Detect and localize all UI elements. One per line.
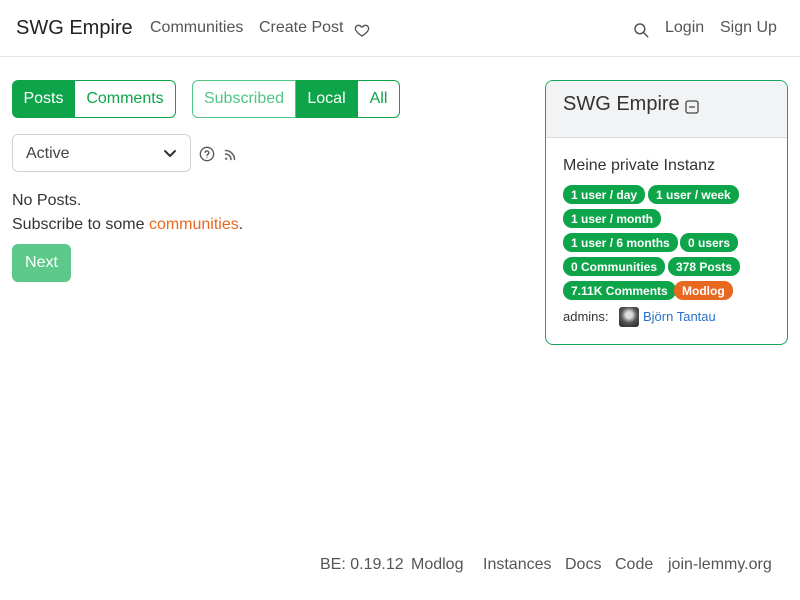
footer-instances-link[interactable]: Instances [483, 556, 551, 574]
login-link[interactable]: Login [665, 19, 704, 37]
subscribed-toggle-button[interactable]: Subscribed [192, 80, 296, 118]
stat-badge-users-day: 1 user / day [563, 185, 646, 204]
nav-communities-link[interactable]: Communities [150, 19, 243, 37]
sidebar-site-title: SWG Empire [563, 93, 680, 115]
stat-badge-users-6months: 1 user / 6 months [563, 233, 678, 252]
subscribe-hint-prefix: Subscribe to some [12, 216, 149, 233]
heart-icon[interactable] [354, 22, 370, 38]
stat-badge-users-week: 1 user / week [648, 185, 739, 204]
signup-link[interactable]: Sign Up [720, 19, 777, 37]
minus-square-icon[interactable] [685, 100, 699, 114]
top-navbar: SWG Empire Communities Create Post Login… [0, 0, 800, 57]
modlog-badge[interactable]: Modlog [674, 281, 733, 300]
listing-type-toggle: Posts Comments [12, 80, 176, 118]
sort-select[interactable]: Active [12, 134, 191, 172]
footer-code-link[interactable]: Code [615, 556, 653, 574]
stat-badge-comments: 7.11K Comments [563, 281, 676, 300]
footer-modlog-link[interactable]: Modlog [411, 556, 463, 574]
footer-join-lemmy-link[interactable]: join-lemmy.org [668, 556, 772, 574]
rss-icon[interactable] [224, 149, 236, 161]
stat-badge-users-total: 0 users [680, 233, 739, 252]
communities-link[interactable]: communities [149, 216, 239, 233]
subscribe-hint: Subscribe to some communities. [12, 216, 243, 234]
stat-badge-posts: 378 Posts [668, 257, 741, 276]
local-toggle-button[interactable]: Local [296, 80, 358, 118]
sidebar-card-header: SWG Empire [546, 81, 787, 138]
chevron-down-icon [164, 150, 176, 157]
next-page-button[interactable]: Next [12, 244, 71, 282]
subscribe-hint-suffix: . [238, 216, 244, 233]
brand-link[interactable]: SWG Empire [16, 17, 133, 40]
scope-toggle: Subscribed Local All [192, 80, 400, 118]
admins-label: admins: [563, 309, 609, 324]
posts-toggle-button[interactable]: Posts [12, 80, 75, 118]
site-sidebar-card: SWG Empire Meine private Instanz 1 user … [545, 80, 788, 345]
stat-badge-communities: 0 Communities [563, 257, 666, 276]
stat-badge-users-month: 1 user / month [563, 209, 662, 228]
nav-create-post-link[interactable]: Create Post [259, 19, 343, 37]
question-circle-icon[interactable] [199, 146, 215, 162]
site-description: Meine private Instanz [563, 157, 716, 174]
admin-user-link[interactable]: Björn Tantau [643, 309, 716, 324]
footer-docs-link[interactable]: Docs [565, 556, 601, 574]
no-posts-message: No Posts. [12, 192, 82, 209]
search-icon[interactable] [632, 21, 650, 39]
all-toggle-button[interactable]: All [358, 80, 400, 118]
sort-selected-value: Active [26, 145, 70, 162]
avatar[interactable] [619, 307, 639, 327]
footer-version[interactable]: BE: 0.19.12 [320, 556, 404, 574]
comments-toggle-button[interactable]: Comments [75, 80, 176, 118]
